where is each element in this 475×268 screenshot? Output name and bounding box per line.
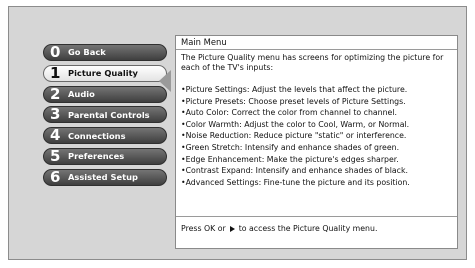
footer-prefix: Press OK or (181, 224, 226, 233)
selection-pointer-icon (159, 70, 171, 92)
menu-item-label: Picture Quality (68, 68, 138, 79)
list-item: •Auto Color: Correct the color from chan… (181, 108, 397, 118)
list-item: •Green Stretch: Intensify and enhance sh… (181, 142, 400, 152)
list-item: •Color Warmth: Adjust the color to Cool,… (181, 119, 410, 129)
menu-item-number: 3 (50, 105, 61, 124)
menu-item-label: Preferences (68, 151, 125, 162)
list-item: •Noise Reduction: Reduce picture "static… (181, 131, 407, 141)
menu-item-go-back[interactable]: 0 Go Back (43, 44, 167, 61)
menu-item-number: 2 (50, 84, 61, 103)
list-item: •Picture Settings: Adjust the levels tha… (181, 85, 408, 94)
list-item: •Advanced Settings: Fine-tune the pictur… (181, 177, 410, 187)
menu-item-connections[interactable]: 4 Connections (43, 126, 167, 145)
menu-item-parental-controls[interactable]: 3 Parental Controls (43, 105, 167, 124)
list-item: •Picture Presets: Choose preset levels o… (181, 96, 406, 106)
menu-item-label: Go Back (68, 47, 106, 58)
footer-suffix: to access the Picture Quality menu. (238, 224, 378, 233)
main-menu: 0 Go Back 1 Picture Quality 2 Audio 3 Pa… (43, 44, 167, 190)
feature-list: •Picture Settings: Adjust the levels tha… (176, 84, 457, 188)
menu-item-label: Audio (68, 88, 95, 99)
menu-item-number: 1 (50, 63, 61, 82)
panel-intro: The Picture Quality menu has screens for… (181, 53, 444, 72)
menu-item-label: Parental Controls (68, 109, 150, 120)
list-item: •Contrast Expand: Intensify and enhance … (181, 166, 408, 176)
menu-item-label: Assisted Setup (68, 172, 138, 183)
menu-item-number: 6 (50, 167, 61, 186)
info-panel: Main Menu The Picture Quality menu has s… (175, 35, 458, 249)
menu-item-label: Connections (68, 130, 126, 141)
play-arrow-icon (229, 225, 235, 232)
menu-screen: 0 Go Back 1 Picture Quality 2 Audio 3 Pa… (8, 6, 467, 260)
panel-footer: Press OK or to access the Picture Quality… (176, 216, 457, 233)
menu-item-picture-quality[interactable]: 1 Picture Quality (43, 63, 167, 82)
menu-item-number: 4 (50, 126, 61, 145)
menu-item-audio[interactable]: 2 Audio (43, 84, 167, 103)
menu-item-assisted-setup[interactable]: 6 Assisted Setup (43, 167, 167, 186)
menu-item-number: 5 (50, 146, 61, 165)
menu-item-number: 0 (50, 43, 61, 61)
panel-title: Main Menu (176, 36, 457, 50)
list-item: •Edge Enhancement: Make the picture's ed… (181, 154, 399, 164)
menu-item-preferences[interactable]: 5 Preferences (43, 146, 167, 165)
